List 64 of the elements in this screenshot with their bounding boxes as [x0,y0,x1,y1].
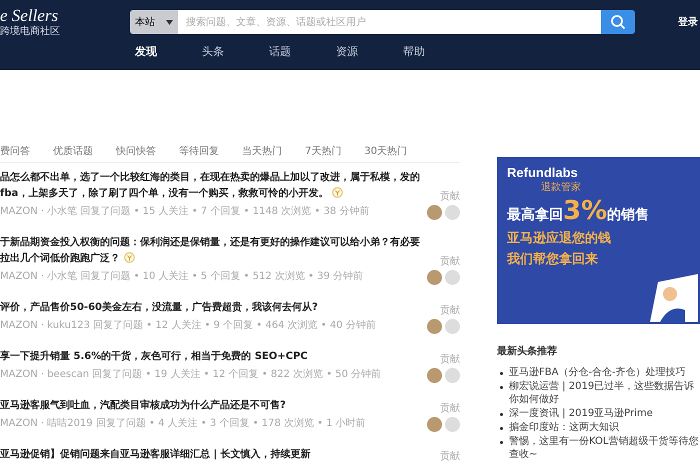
question-title[interactable]: 于新品期资金投入权衡的问题：保利润还是保销量，还是有更好的操作建议可以给小弟？有必要拉出几个词低价跑跑广泛？ [0,235,420,267]
ad-slogan: 亚马逊应退您的钱 [507,230,612,247]
nav-tab[interactable]: 头条 [202,44,269,59]
avatar[interactable] [427,368,442,383]
avatar[interactable] [427,319,442,334]
search-field[interactable]: 搜索问题、文章、资源、话题或社区用户 [178,10,601,34]
filter-tab[interactable]: 优质话题 [53,144,93,158]
contributors-label: 贡献 [440,190,460,203]
search-icon [610,14,626,30]
news-link[interactable]: 警惕，这里有一份KOL营销超级干货等待您查收~ [509,435,699,461]
caret-icon [166,20,173,24]
question-title[interactable]: 品怎么都不出单，选了一个比较红海的类目，在现在热卖的爆品上加以了改进，属于私模，发的fba，上架多天了，除了刷了四个单，没有一个购买，救救可怜的小开发。 [0,170,420,202]
section-title: 最新头条推荐 [497,344,558,358]
question-title[interactable]: 亚马逊客服气到吐血，汽配类目审核成功为什么产品还是不可售? [0,398,420,414]
avatar[interactable] [445,205,460,220]
question-title[interactable]: 享一下提升销量 5.6%的干货，灰色可行，相当于免费的 SEO+CPC [0,349,420,365]
scope-dropdown[interactable]: 本站 [130,10,178,34]
filter-tab[interactable]: 费问答 [0,144,30,158]
question-meta: MAZON · beescan 回复了问题 • 19 人关注 • 12 个回复 • 822 次浏览 • 50 分钟前 [0,368,382,382]
filter-tab[interactable]: 当天热门 [242,144,282,158]
logo-title[interactable]: e Sellers [0,6,58,26]
question-title[interactable]: 亚马逊促销】促销问题来自亚马逊客服详细汇总 | 长文慎入，持续更新 [0,447,420,463]
question-title[interactable]: 评价，产品售价50-60美金左右，没流量，广告费超贵，我该何去何从? [0,300,420,316]
nav-tab[interactable]: 帮助 [403,44,470,59]
filter-tab[interactable]: 等待回复 [179,144,219,158]
contributors-label: 贡献 [440,304,460,317]
question-meta: MAZON · kuku123 回复了问题 • 12 人关注 • 9 个回复 • 464 次浏览 • 40 分钟前 [0,318,377,333]
brand-subtitle: 退款管家 [541,180,582,194]
bullet-icon [500,372,503,375]
nav-tab[interactable]: 资源 [336,44,403,59]
ad-headline: 最高拿回3%的销售 [507,196,650,226]
avatar[interactable] [445,319,460,334]
bullet-icon [500,441,503,444]
bullet-icon [500,386,503,389]
contributors-label: 贡献 [440,352,460,366]
brand-logo: Refundlabs [507,165,579,180]
avatar[interactable] [427,417,442,432]
contributors-label: 贡献 [440,254,460,268]
bullet-icon [500,413,503,416]
logo-subtitle: 跨境电商社区 [0,26,60,38]
avatar[interactable] [427,205,442,220]
bullet-icon [500,427,503,430]
avatar[interactable] [427,270,442,285]
question-meta: MAZON · 小水笔 回复了问题 • 10 人关注 • 5 个回复 • 512 次浏览 • 39 分钟前 [0,270,364,284]
avatar[interactable] [445,368,460,383]
filter-tab[interactable]: 快问快答 [116,144,156,158]
news-link[interactable]: 亚马逊FBA（分仓-合仓-齐仓）处理技巧 [509,366,699,379]
question-meta: MAZON · 小水笔 回复了问题 • 15 人关注 • 7 个回复 • 1148 次浏览 • 38 分钟前 [0,204,370,219]
search-button[interactable] [601,10,635,34]
filter-tab[interactable]: 7天热门 [305,144,342,158]
nav-tab[interactable]: 发现 [135,44,202,59]
avatar[interactable] [445,417,460,432]
question-meta: MAZON · 咭咭2019 回复了问题 • 4 人关注 • 3 个回复 • 178 次浏览 • 1 小时前 [0,416,367,431]
avatar[interactable] [445,270,460,285]
news-link[interactable]: 柳宏说运营 | 2019已过半，这些数据告诉你如何做好 [509,380,699,406]
login-link[interactable]: 登录 [678,15,698,29]
ad-slogan: 我们帮您拿回来 [507,251,599,268]
nav-tab[interactable]: 话题 [269,44,336,59]
ad-banner[interactable]: Refundlabs 退款管家 最高拿回3%的销售 亚马逊应退您的钱 我们帮您拿回来 [497,157,700,324]
filter-tab[interactable]: 30天热门 [364,144,408,158]
contributors-label: 贡献 [440,402,460,415]
contributors-label: 贡献 [440,450,460,463]
news-link[interactable]: 深一度资讯 | 2019亚马逊Prime [509,407,699,420]
news-link[interactable]: 掮金印度站：这两大知识 [509,421,699,434]
